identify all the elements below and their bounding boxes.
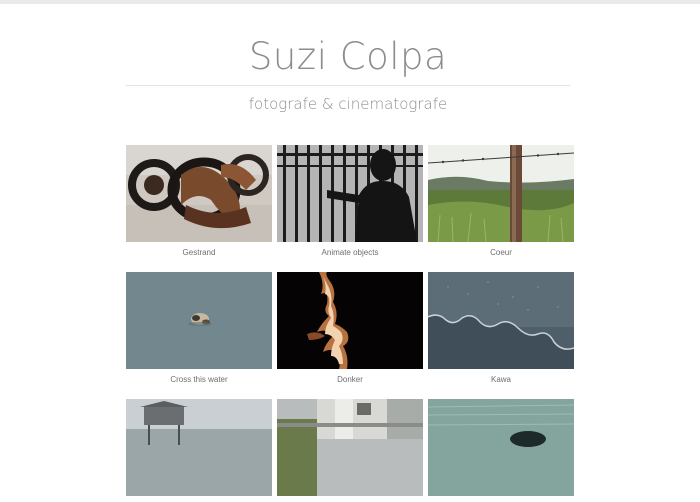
fence-field-photo[interactable]: [428, 145, 574, 242]
sea-photo[interactable]: [428, 399, 574, 496]
gallery-caption[interactable]: Animate objects: [277, 248, 423, 258]
rusted-sculpture-photo[interactable]: [126, 145, 272, 242]
wet-surface-photo[interactable]: [428, 272, 574, 369]
gallery-item-coeur[interactable]: Coeur: [428, 145, 574, 258]
gallery-caption[interactable]: Kawa: [428, 375, 574, 385]
page: Suzi Colpa fotografe & cinematografe Ges…: [0, 0, 700, 496]
building-photo[interactable]: [277, 399, 423, 496]
fire-dark-photo[interactable]: [277, 272, 423, 369]
gallery-item-donker[interactable]: Donker: [277, 272, 423, 385]
gallery-item-stilt-house[interactable]: [126, 399, 272, 502]
silhouette-gate-photo[interactable]: [277, 145, 423, 242]
water-object-photo[interactable]: [126, 272, 272, 369]
gallery-item-kawa[interactable]: Kawa: [428, 272, 574, 385]
gallery-item-gestrand[interactable]: Gestrand: [126, 145, 272, 258]
gallery-item-cross-this-water[interactable]: Cross this water: [126, 272, 272, 385]
title-divider: [126, 85, 570, 86]
gallery-item-animate-objects[interactable]: Animate objects: [277, 145, 423, 258]
gallery-caption[interactable]: Donker: [277, 375, 423, 385]
gallery-caption[interactable]: Cross this water: [126, 375, 272, 385]
stilt-house-photo[interactable]: [126, 399, 272, 496]
gallery-item-sea[interactable]: [428, 399, 574, 502]
gallery-caption[interactable]: Gestrand: [126, 248, 272, 258]
gallery-item-building[interactable]: [277, 399, 423, 502]
site-tagline: fotografe & cinematografe: [248, 95, 448, 113]
site-title[interactable]: Suzi Colpa: [126, 33, 570, 81]
gallery-caption[interactable]: Coeur: [428, 248, 574, 258]
